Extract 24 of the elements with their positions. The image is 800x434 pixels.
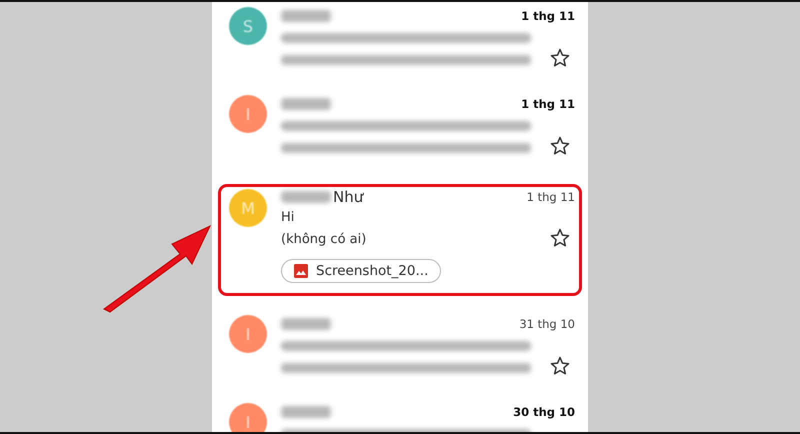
snippet: (không có ai) <box>281 231 366 249</box>
avatar: I <box>229 315 267 353</box>
avatar: I <box>229 403 267 432</box>
subject: Hi <box>281 209 296 227</box>
redacted-text <box>281 191 331 203</box>
attachment-chip[interactable]: Screenshot_20... <box>281 259 442 283</box>
redacted-text <box>281 318 331 330</box>
date: 1 thg 11 <box>521 9 575 23</box>
avatar: M <box>229 189 267 227</box>
date: 1 thg 11 <box>521 97 575 111</box>
star-icon[interactable] <box>549 135 571 157</box>
date: 30 thg 10 <box>513 405 575 419</box>
avatar: S <box>229 7 267 45</box>
redacted-text <box>281 98 331 110</box>
sender-name: Như <box>333 188 364 206</box>
date: 1 thg 11 <box>526 190 575 204</box>
avatar: I <box>229 95 267 133</box>
image-icon <box>294 264 308 278</box>
star-icon[interactable] <box>549 47 571 69</box>
date: 31 thg 10 <box>519 317 575 331</box>
star-icon[interactable] <box>549 227 571 249</box>
star-icon[interactable] <box>549 355 571 377</box>
redacted-text <box>281 10 331 22</box>
redacted-text <box>281 406 331 418</box>
